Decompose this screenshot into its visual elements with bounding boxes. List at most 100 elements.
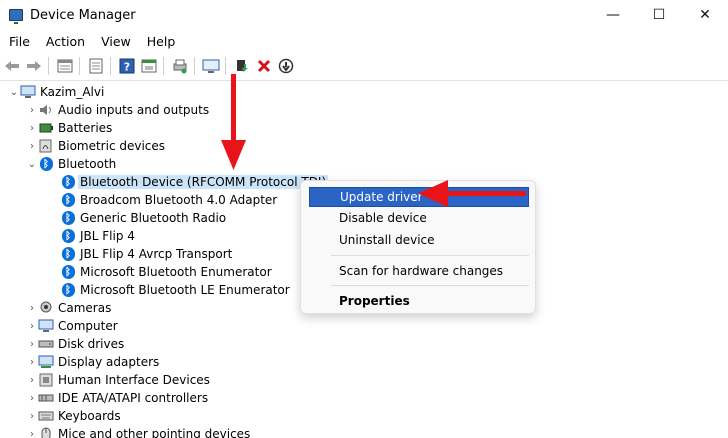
tree-root[interactable]: ⌄ Kazim_Alvi (8, 83, 105, 101)
tree-category-label: Computer (58, 319, 118, 333)
tree-device-label: Generic Bluetooth Radio (80, 211, 227, 225)
toolbar-separator (48, 57, 49, 75)
scan-icon[interactable] (201, 56, 221, 76)
tree-category[interactable]: › Batteries (26, 119, 112, 137)
window-title: Device Manager (30, 7, 136, 23)
chevron-right-icon[interactable]: › (26, 353, 38, 371)
tree-category-label: Batteries (58, 121, 113, 135)
forward-icon[interactable] (24, 56, 44, 76)
toolbar: ? (0, 54, 728, 78)
bluetooth-icon: ᛒ (60, 210, 76, 226)
chevron-right-icon[interactable]: › (26, 371, 38, 389)
tree-device[interactable]: ᛒ JBL Flip 4 (60, 227, 135, 245)
chevron-down-icon[interactable]: ⌄ (26, 155, 38, 173)
tree-category[interactable]: › Display adapters (26, 353, 159, 371)
uninstall-device-menu-item[interactable]: Uninstall device (309, 230, 529, 250)
menu-bar: File Action View Help (0, 31, 182, 51)
toolbar-separator (194, 57, 195, 75)
tree-device-label: Microsoft Bluetooth Enumerator (80, 265, 272, 279)
scan-hardware-menu-item[interactable]: Scan for hardware changes (309, 261, 529, 281)
chevron-down-icon[interactable]: ⌄ (8, 83, 20, 101)
tree-category-label: Keyboards (58, 409, 121, 423)
title-bar: Device Manager — ☐ ✕ (0, 0, 728, 30)
tree-device-label: Broadcom Bluetooth 4.0 Adapter (80, 193, 278, 207)
bluetooth-icon: ᛒ (60, 282, 76, 298)
update-driver-menu-item[interactable]: Update driver (309, 187, 529, 207)
tree-category-label: Human Interface Devices (58, 373, 210, 387)
uninstall-icon[interactable] (254, 56, 274, 76)
battery-icon (38, 120, 54, 136)
toolbar-separator (163, 57, 164, 75)
tree-category[interactable]: › Disk drives (26, 335, 124, 353)
menu-view[interactable]: View (92, 34, 138, 49)
print-icon[interactable] (170, 56, 190, 76)
speaker-icon (38, 102, 54, 118)
enable-device-icon[interactable] (276, 56, 296, 76)
arrow-down-annotation (221, 74, 246, 170)
tree-root-label: Kazim_Alvi (40, 85, 105, 99)
toolbar-divider (0, 80, 728, 81)
tree-category[interactable]: › Keyboards (26, 407, 121, 425)
disable-device-menu-item[interactable]: Disable device (309, 208, 529, 228)
maximize-button[interactable]: ☐ (636, 0, 682, 30)
close-button[interactable]: ✕ (682, 0, 728, 30)
chevron-right-icon[interactable]: › (26, 425, 38, 438)
update-driver-icon[interactable] (232, 56, 252, 76)
minimize-button[interactable]: — (590, 0, 636, 30)
chevron-right-icon[interactable]: › (26, 137, 38, 155)
monitor-icon (38, 318, 54, 334)
bluetooth-icon: ᛒ (38, 156, 54, 172)
device-manager-icon (9, 9, 23, 24)
tree-device[interactable]: ᛒ Microsoft Bluetooth LE Enumerator (60, 281, 290, 299)
tree-category-label: Biometric devices (58, 139, 166, 153)
tree-device[interactable]: ᛒ Generic Bluetooth Radio (60, 209, 226, 227)
tree-category-label: Audio inputs and outputs (58, 103, 210, 117)
tree-category[interactable]: › Mice and other pointing devices (26, 425, 250, 438)
hid-icon (38, 372, 54, 388)
show-hidden-icon[interactable] (139, 56, 159, 76)
tree-category[interactable]: › Cameras (26, 299, 111, 317)
window-controls: — ☐ ✕ (590, 0, 728, 30)
tree-category[interactable]: › Audio inputs and outputs (26, 101, 209, 119)
chevron-right-icon[interactable]: › (26, 389, 38, 407)
menu-action[interactable]: Action (37, 34, 92, 49)
device-manager-window: Device Manager — ☐ ✕ File Action View He… (0, 0, 728, 438)
computer-icon (20, 84, 36, 100)
chevron-right-icon[interactable]: › (26, 407, 38, 425)
list-icon[interactable] (86, 56, 106, 76)
tree-device[interactable]: ᛒ Microsoft Bluetooth Enumerator (60, 263, 272, 281)
toolbar-separator (110, 57, 111, 75)
bluetooth-icon: ᛒ (60, 228, 76, 244)
tree-category[interactable]: › Human Interface Devices (26, 371, 210, 389)
tree-device[interactable]: ᛒ JBL Flip 4 Avrcp Transport (60, 245, 232, 263)
tree-category-label: Mice and other pointing devices (58, 427, 251, 438)
tree-category[interactable]: › Biometric devices (26, 137, 165, 155)
tree-device[interactable]: ᛒ Broadcom Bluetooth 4.0 Adapter (60, 191, 277, 209)
chevron-right-icon[interactable]: › (26, 317, 38, 335)
bluetooth-icon: ᛒ (60, 174, 76, 190)
context-menu-separator (331, 255, 529, 256)
disk-drive-icon (38, 336, 54, 352)
chevron-right-icon[interactable]: › (26, 119, 38, 137)
menu-help[interactable]: Help (138, 34, 183, 49)
chevron-right-icon[interactable]: › (26, 335, 38, 353)
tree-category[interactable]: › IDE ATA/ATAPI controllers (26, 389, 208, 407)
svg-text:?: ? (124, 61, 130, 74)
back-icon[interactable] (2, 56, 22, 76)
tree-category[interactable]: › Computer (26, 317, 118, 335)
tree-device-label: JBL Flip 4 Avrcp Transport (80, 247, 233, 261)
tree-category-bluetooth[interactable]: ⌄ ᛒ Bluetooth (26, 155, 116, 173)
properties-menu-item[interactable]: Properties (309, 291, 529, 311)
tree-category-label: Disk drives (58, 337, 125, 351)
properties-icon[interactable] (55, 56, 75, 76)
menu-file[interactable]: File (0, 34, 37, 49)
context-menu: Update driver Disable device Uninstall d… (300, 180, 536, 314)
keyboard-icon (38, 408, 54, 424)
context-menu-separator (331, 285, 529, 286)
chevron-right-icon[interactable]: › (26, 299, 38, 317)
chevron-right-icon[interactable]: › (26, 101, 38, 119)
ide-controller-icon (38, 390, 54, 406)
bluetooth-icon: ᛒ (60, 246, 76, 262)
help-icon[interactable]: ? (117, 56, 137, 76)
tree-device-selected[interactable]: ᛒ Bluetooth Device (RFCOMM Protocol TDI) (60, 173, 329, 191)
